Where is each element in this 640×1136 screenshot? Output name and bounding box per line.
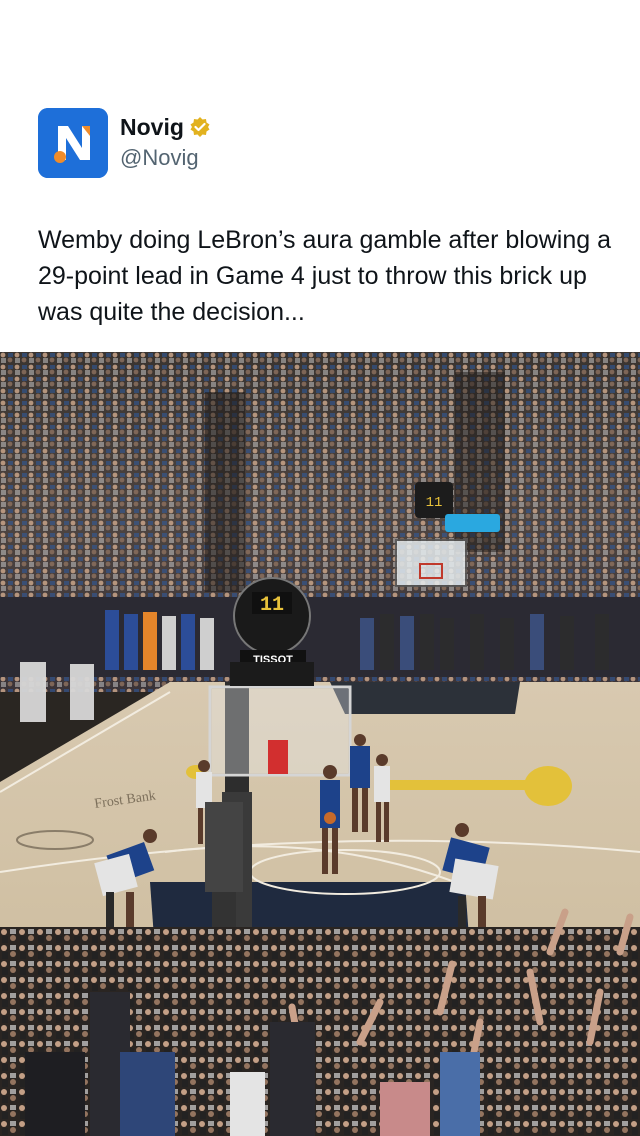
arena-photo: 11 Frost Bank 11 TISSOT <box>0 352 640 1136</box>
name-row: Novig <box>120 113 211 141</box>
post-header: Novig @Novig <box>38 108 211 178</box>
shot-clock-digits: 11 <box>260 594 284 617</box>
post-media-photo[interactable]: 11 Frost Bank 11 TISSOT <box>0 352 640 1136</box>
author-handle[interactable]: @Novig <box>120 143 211 173</box>
verified-badge-icon <box>189 116 211 138</box>
author-display-name[interactable]: Novig <box>120 113 184 141</box>
avatar[interactable] <box>38 108 108 178</box>
author-names: Novig @Novig <box>120 113 211 173</box>
svg-text:11: 11 <box>426 495 443 511</box>
post-text: Wemby doing LeBron’s aura gamble after b… <box>38 226 612 326</box>
novig-logo-icon <box>38 108 108 178</box>
